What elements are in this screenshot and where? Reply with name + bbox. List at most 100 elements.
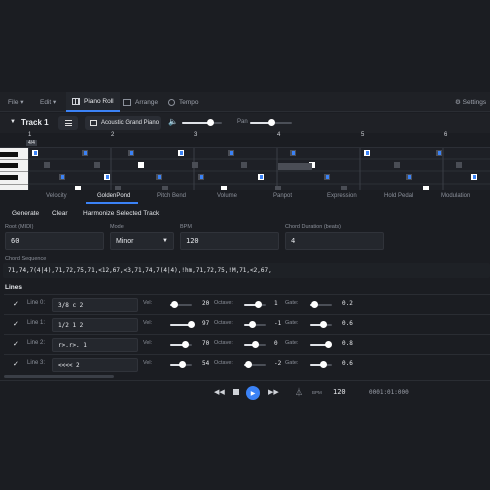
note-selection (230, 151, 233, 155)
ruler-mark: 3 (194, 132, 198, 138)
check-icon[interactable]: ✓ (13, 360, 19, 368)
horizontal-scrollbar[interactable] (4, 375, 114, 378)
octave-value: 1 (274, 300, 278, 307)
tab-tempo[interactable]: Tempo (162, 92, 205, 112)
play-button[interactable]: ▶ (246, 386, 260, 400)
fast-forward-icon[interactable]: ▶▶ (268, 388, 279, 396)
vel-slider-knob[interactable] (188, 321, 195, 328)
transport-bar: ◀◀ ▶ ▶▶ ⏃ BPM 120 0001:01:000 (0, 380, 490, 404)
vel-slider-knob[interactable] (179, 361, 186, 368)
note[interactable] (241, 162, 247, 168)
octave-slider-knob[interactable] (252, 341, 259, 348)
line-pattern-input[interactable]: 1/2 1 2 (52, 318, 138, 332)
gate-slider-knob[interactable] (320, 361, 327, 368)
ruler-mark: 1 (28, 132, 32, 138)
list-icon-button[interactable] (58, 116, 78, 130)
note[interactable] (94, 162, 100, 168)
note[interactable] (394, 162, 400, 168)
bpm-input[interactable]: 120 (180, 232, 279, 250)
gear-icon: ⚙ (455, 99, 461, 106)
stop-icon[interactable] (233, 389, 239, 395)
controller-lane-tabs: Velocity GoldenPond Pitch Bend Volume Pa… (0, 190, 490, 204)
note[interactable] (278, 163, 312, 170)
gate-slider-knob[interactable] (311, 301, 318, 308)
line-pattern-input[interactable]: r>.r>. 1 (52, 338, 138, 352)
gate-slider-knob[interactable] (320, 321, 327, 328)
line-row: ✓ Line 3: <<<< 2 Vel: 54 Octave: -2 Gate: 0.6 (4, 354, 490, 374)
volume-icon: 🔈 (168, 117, 178, 126)
lane-tab-expression[interactable]: Expression (327, 193, 357, 199)
root-input[interactable]: 60 (5, 232, 104, 250)
harmonize-button[interactable]: Harmonize Selected Track (83, 210, 159, 217)
chevron-down-icon: ▾ (20, 99, 24, 106)
note[interactable] (192, 162, 198, 168)
lines-panel: ✓ Line 0: 3/8 c 2 Vel: 20 Octave: 1 Gate: 0.2 ✓ Li… (0, 293, 490, 375)
volume-slider-fill (182, 122, 210, 124)
lane-tab-panpot[interactable]: Panpot (273, 193, 292, 199)
octave-slider-knob[interactable] (255, 301, 262, 308)
chord-duration-input[interactable]: 4 (285, 232, 384, 250)
vel-label: Vel: (143, 320, 153, 326)
piano-keys[interactable] (0, 148, 28, 190)
timeline-ruler[interactable]: 1 2 3 4 5 6 4/4 (0, 132, 490, 148)
lane-tab-pitch-bend[interactable]: Pitch Bend (157, 193, 186, 199)
note-selection (34, 151, 37, 155)
line-row: ✓ Line 1: 1/2 1 2 Vel: 97 Octave: -1 Gate: 0.6 (4, 314, 490, 334)
tab-piano-roll[interactable]: Piano Roll (66, 92, 120, 112)
line-label: Line 3: (27, 360, 46, 366)
transport-bpm-value[interactable]: 120 (333, 388, 346, 396)
file-menu[interactable]: File ▾ (8, 98, 24, 106)
check-icon[interactable]: ✓ (13, 300, 19, 308)
chord-sequence-input[interactable]: 71,74,7(4|4),71,72,75,71,<12,67,<3,71,74… (3, 263, 490, 278)
gate-label: Gate: (285, 320, 299, 326)
edit-menu[interactable]: Edit ▾ (40, 98, 56, 106)
metronome-icon[interactable]: ⏃ (295, 387, 303, 398)
note[interactable] (138, 162, 144, 168)
note-selection (438, 151, 441, 155)
line-pattern-input[interactable]: <<<< 2 (52, 358, 138, 372)
gate-value: 0.6 (342, 360, 353, 367)
note-selection (180, 151, 183, 155)
gate-slider-knob[interactable] (325, 341, 332, 348)
piano-roll-grid[interactable] (28, 148, 490, 190)
pan-slider-knob[interactable] (268, 119, 275, 126)
vel-slider-knob[interactable] (182, 341, 189, 348)
list-icon (64, 120, 72, 126)
clear-button[interactable]: Clear (52, 210, 68, 217)
octave-slider-knob[interactable] (245, 361, 252, 368)
lane-tab-volume[interactable]: Volume (217, 193, 237, 199)
note[interactable] (456, 162, 462, 168)
transport-bpm-label: BPM (312, 390, 322, 395)
vel-value: 97 (202, 320, 210, 327)
octave-label: Octave: (214, 300, 233, 306)
octave-label: Octave: (214, 340, 233, 346)
note-selection (408, 175, 411, 179)
line-row: ✓ Line 0: 3/8 c 2 Vel: 20 Octave: 1 Gate: 0.2 (4, 294, 490, 314)
octave-label: Octave: (214, 320, 233, 326)
vel-slider-knob[interactable] (171, 301, 178, 308)
settings-button[interactable]: ⚙ Settings (455, 98, 486, 106)
time-signature[interactable]: 4/4 (26, 140, 37, 146)
lane-tab-modulation[interactable]: Modulation (441, 193, 470, 199)
track-name[interactable]: Track 1 (21, 118, 49, 127)
lane-tab-goldenpond[interactable]: GoldenPond (97, 193, 130, 199)
generate-button[interactable]: Generate (12, 210, 39, 217)
instrument-select[interactable]: Acoustic Grand Piano (85, 116, 161, 130)
vel-label: Vel: (143, 300, 153, 306)
note-selection (200, 175, 203, 179)
mode-select[interactable]: Minor ▼ (110, 232, 174, 250)
line-label: Line 2: (27, 340, 46, 346)
tab-arrange[interactable]: Arrange (117, 92, 164, 112)
note[interactable] (44, 162, 50, 168)
lane-tab-hold-pedal[interactable]: Hold Pedal (384, 193, 413, 199)
lane-tab-velocity[interactable]: Velocity (46, 193, 67, 199)
octave-slider-knob[interactable] (249, 321, 256, 328)
check-icon[interactable]: ✓ (13, 340, 19, 348)
note-selection (130, 151, 133, 155)
line-pattern-input[interactable]: 3/8 c 2 (52, 298, 138, 312)
volume-slider-knob[interactable] (207, 119, 214, 126)
chord-sequence-label: Chord Sequence (5, 256, 47, 262)
collapse-icon[interactable]: ▼ (10, 119, 16, 125)
rewind-icon[interactable]: ◀◀ (214, 388, 225, 396)
check-icon[interactable]: ✓ (13, 320, 19, 328)
